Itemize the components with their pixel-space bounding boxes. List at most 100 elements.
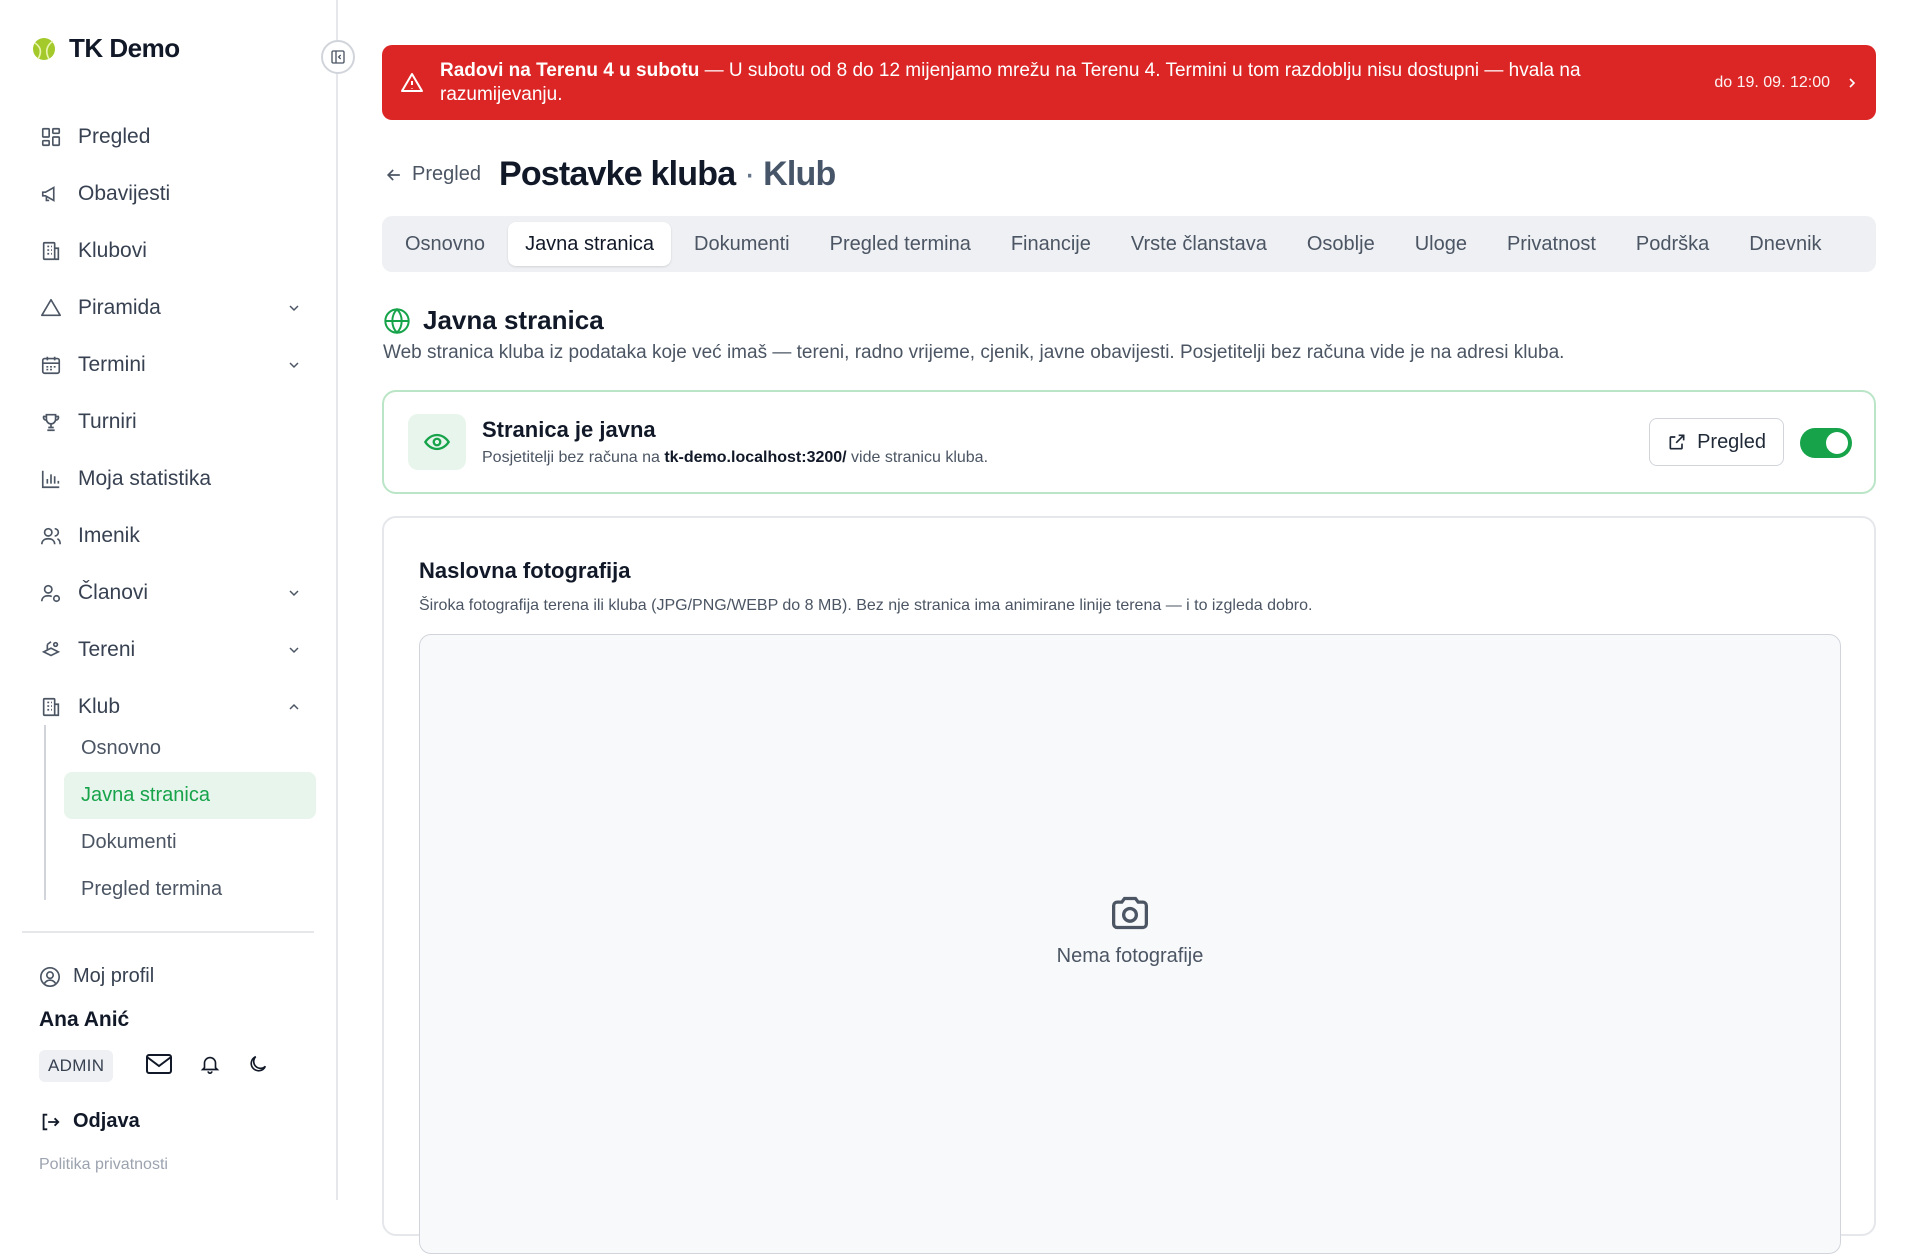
sidebar-item-pregled[interactable]: Pregled — [22, 108, 314, 165]
sidebar-item-imenik[interactable]: Imenik — [22, 507, 314, 564]
tab-vrste-clanstava[interactable]: Vrste članstava — [1114, 222, 1284, 266]
cover-photo-card: Naslovna fotografija Široka fotografija … — [382, 516, 1876, 1254]
chevron-down-icon[interactable] — [286, 642, 302, 658]
chevron-up-icon[interactable] — [286, 699, 302, 715]
tab-privatnost[interactable]: Privatnost — [1490, 222, 1613, 266]
globe-icon — [383, 307, 411, 335]
public-status-description: Posjetitelji bez računa na tk-demo.local… — [482, 449, 988, 467]
eye-icon — [423, 428, 451, 456]
user-name: Ana Anić — [39, 1008, 130, 1031]
banner-title: Radovi na Terenu 4 u subotu — [440, 59, 700, 81]
building-icon — [40, 240, 62, 262]
tab-dnevnik[interactable]: Dnevnik — [1732, 222, 1838, 266]
chevron-down-icon[interactable] — [286, 357, 302, 373]
banner-until: do 19. 09. 12:00 — [1714, 73, 1830, 91]
logout-icon — [39, 1111, 61, 1133]
desc-before: Posjetitelji bez računa na — [482, 449, 665, 466]
logout-button[interactable]: Odjava — [39, 1110, 140, 1133]
sidebar-item-obavijesti[interactable]: Obavijesti — [22, 165, 314, 222]
user-actions — [145, 1052, 269, 1076]
section-title: Javna stranica — [383, 305, 604, 336]
mail-icon[interactable] — [145, 1052, 173, 1076]
preview-button[interactable]: Pregled — [1649, 418, 1784, 466]
sidebar-item-label: Piramida — [78, 295, 161, 319]
sidebar-item-label: Tereni — [78, 637, 136, 661]
megaphone-icon — [40, 183, 62, 205]
panel-collapse-icon — [330, 49, 346, 65]
camera-icon — [1108, 893, 1152, 933]
photo-dropzone[interactable]: Nema fotografije — [419, 634, 1841, 1254]
sidebar-item-moja-statistika[interactable]: Moja statistika — [22, 450, 314, 507]
tennis-ball-icon — [32, 37, 56, 61]
tab-osoblje[interactable]: Osoblje — [1290, 222, 1392, 266]
external-link-icon — [1667, 432, 1687, 452]
banner-text: Radovi na Terenu 4 u subotu — U subotu o… — [440, 59, 1630, 107]
chevron-down-icon[interactable] — [286, 300, 302, 316]
public-status-title: Stranica je javna — [482, 417, 656, 442]
subnav-item-pregled-termina[interactable]: Pregled termina — [46, 866, 316, 900]
cover-photo-title: Naslovna fotografija — [419, 558, 631, 583]
logout-label: Odjava — [73, 1110, 140, 1132]
profile-link[interactable]: Moj profil — [39, 965, 154, 988]
sidebar-item-label: Članovi — [78, 580, 149, 604]
trophy-icon — [40, 411, 62, 433]
sidebar-item-label: Pregled — [78, 124, 151, 148]
sidebar-item-tereni[interactable]: Tereni — [22, 621, 314, 678]
chevron-down-icon[interactable] — [286, 585, 302, 601]
page-title: Postavke kluba · Klub — [499, 155, 836, 194]
sidebar-item-label: Obavijesti — [78, 181, 171, 205]
building-icon — [40, 696, 62, 718]
bell-icon[interactable] — [199, 1053, 221, 1075]
sidebar-item-turniri[interactable]: Turniri — [22, 393, 314, 450]
bar-chart-icon — [40, 468, 62, 490]
sidebar-divider — [22, 931, 314, 933]
calendar-icon — [40, 354, 62, 376]
sidebar-item-termini[interactable]: Termini — [22, 336, 314, 393]
sidebar-item-klubovi[interactable]: Klubovi — [22, 222, 314, 279]
desc-after: vide stranicu kluba. — [846, 449, 989, 466]
arrow-left-icon — [384, 165, 404, 185]
brand[interactable]: TK Demo — [32, 33, 180, 64]
triangle-icon — [40, 297, 62, 319]
tab-podrska[interactable]: Podrška — [1619, 222, 1726, 266]
public-toggle[interactable] — [1800, 428, 1852, 458]
tab-dokumenti[interactable]: Dokumenti — [677, 222, 807, 266]
sidebar-item-clanovi[interactable]: Članovi — [22, 564, 314, 621]
privacy-link[interactable]: Politika privatnosti — [39, 1156, 168, 1174]
sidebar-collapse-button[interactable] — [321, 40, 355, 74]
preview-label: Pregled — [1697, 430, 1766, 453]
public-status-card: Stranica je javna Posjetitelji bez račun… — [382, 390, 1876, 494]
tab-javna-stranica[interactable]: Javna stranica — [508, 222, 672, 266]
sidebar-item-label: Klubovi — [78, 238, 147, 262]
dashboard-icon — [40, 126, 62, 148]
moon-icon[interactable] — [247, 1053, 269, 1075]
announcement-banner[interactable]: Radovi na Terenu 4 u subotu — U subotu o… — [382, 45, 1876, 120]
page-subtitle: Klub — [763, 155, 836, 193]
tab-osnovno[interactable]: Osnovno — [388, 222, 502, 266]
tab-pregled-termina[interactable]: Pregled termina — [813, 222, 988, 266]
section-description: Web stranica kluba iz podataka koje već … — [383, 342, 1565, 363]
chevron-right-icon[interactable] — [1844, 75, 1860, 91]
sidebar-item-piramida[interactable]: Piramida — [22, 279, 314, 336]
sidebar-nav: Pregled Obavijesti Klubovi Piramida Term… — [22, 108, 314, 735]
sidebar-item-label: Moja statistika — [78, 466, 212, 490]
subnav-item-osnovno[interactable]: Osnovno — [46, 725, 316, 772]
sidebar-item-label: Klub — [78, 694, 121, 718]
sidebar-item-label: Termini — [78, 352, 146, 376]
back-label: Pregled — [412, 163, 481, 185]
settings-tabs: Osnovno Javna stranica Dokumenti Pregled… — [382, 216, 1876, 272]
eye-icon-box — [408, 414, 466, 470]
back-link[interactable]: Pregled — [384, 163, 481, 186]
tab-financije[interactable]: Financije — [994, 222, 1108, 266]
tab-uloge[interactable]: Uloge — [1398, 222, 1484, 266]
subnav-item-javna-stranica[interactable]: Javna stranica — [64, 772, 316, 819]
role-badge: ADMIN — [39, 1050, 114, 1082]
klub-subnav: Osnovno Javna stranica Dokumenti Pregled… — [44, 725, 316, 900]
public-url: tk-demo.localhost:3200/ — [664, 449, 847, 466]
page-title-text: Postavke kluba — [498, 155, 736, 193]
user-settings-icon — [40, 582, 62, 604]
profile-label: Moj profil — [73, 965, 155, 987]
user-circle-icon — [39, 966, 61, 988]
subnav-item-dokumenti[interactable]: Dokumenti — [46, 819, 316, 866]
users-icon — [40, 525, 62, 547]
